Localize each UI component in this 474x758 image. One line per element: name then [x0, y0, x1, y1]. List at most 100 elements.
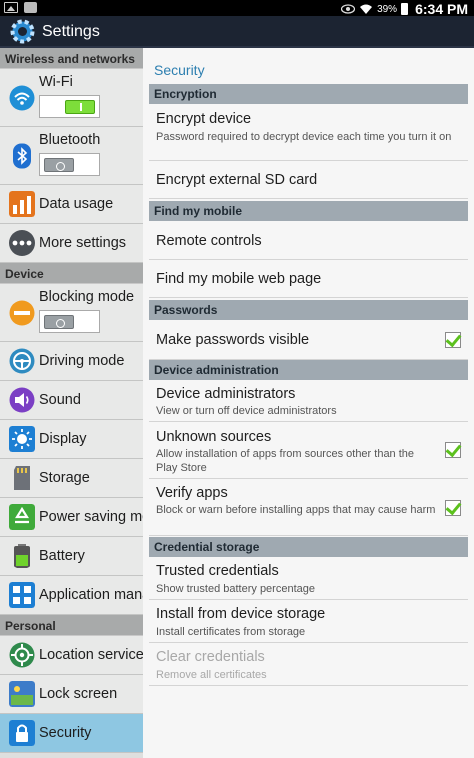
sidebar-item-data-usage[interactable]: Data usage	[0, 185, 143, 224]
sidebar-item-label: Blocking mode	[39, 289, 135, 305]
app-grid-icon	[9, 582, 35, 608]
location-icon	[9, 642, 35, 668]
pref-title: Unknown sources	[156, 429, 272, 445]
sidebar-item-battery[interactable]: Battery	[0, 537, 143, 576]
pref-title: Find my mobile web page	[156, 271, 322, 287]
category-personal: Personal	[0, 615, 143, 636]
more-dots-icon	[9, 230, 35, 256]
sidebar-item-blocking-mode[interactable]: Blocking mode	[0, 284, 143, 342]
sidebar-item-bluetooth[interactable]: Bluetooth	[0, 127, 143, 185]
notification-icon	[24, 2, 37, 13]
section-header-encryption: Encryption	[149, 84, 468, 104]
section-header-passwords: Passwords	[149, 300, 468, 320]
settings-sidebar: Wireless and networks Wi-Fi Bluetooth Da…	[0, 48, 143, 758]
make-passwords-visible-checkbox[interactable]	[445, 332, 461, 348]
pref-title: Encrypt external SD card	[156, 172, 318, 188]
blocking-mode-toggle[interactable]	[39, 310, 100, 333]
blocking-mode-icon	[9, 300, 35, 326]
pref-title: Verify apps	[156, 485, 228, 501]
sidebar-item-label: Lock screen	[39, 686, 118, 702]
unknown-sources-checkbox[interactable]	[445, 442, 461, 458]
pref-summary: View or turn off device administrators	[156, 405, 337, 417]
sidebar-item-wifi[interactable]: Wi-Fi	[0, 69, 143, 127]
pref-title: Install from device storage	[156, 606, 326, 622]
pref-encrypt-device[interactable]: Encrypt device Password required to decr…	[149, 104, 468, 161]
pref-title: Clear credentials	[156, 649, 265, 665]
wifi-signal-icon	[360, 4, 373, 14]
section-header-device-administration: Device administration	[149, 360, 468, 380]
battery-percent: 39%	[377, 3, 398, 15]
security-settings-pane: Security Encryption Encrypt device Passw…	[143, 48, 474, 758]
pref-verify-apps[interactable]: Verify apps Block or warn before install…	[149, 479, 468, 536]
sidebar-item-sound[interactable]: Sound	[0, 381, 143, 420]
category-device: Device	[0, 263, 143, 284]
action-bar: Settings	[0, 16, 474, 48]
sidebar-item-application-manager[interactable]: Application manager	[0, 576, 143, 615]
bluetooth-icon	[13, 143, 31, 169]
pref-install-from-storage[interactable]: Install from device storage Install cert…	[149, 600, 468, 643]
sidebar-item-label: Location services	[39, 647, 143, 663]
sidebar-item-power-saving[interactable]: Power saving mode	[0, 498, 143, 537]
pref-encrypt-sd-card[interactable]: Encrypt external SD card	[149, 161, 468, 199]
pref-remote-controls[interactable]: Remote controls	[149, 221, 468, 260]
pref-unknown-sources[interactable]: Unknown sources Allow installation of ap…	[149, 422, 468, 479]
padlock-icon	[9, 720, 35, 746]
sidebar-item-storage[interactable]: Storage	[0, 459, 143, 498]
section-header-find-my-mobile: Find my mobile	[149, 201, 468, 221]
pref-trusted-credentials[interactable]: Trusted credentials Show trusted battery…	[149, 557, 468, 600]
recycle-icon	[9, 504, 35, 530]
section-header-credential-storage: Credential storage	[149, 537, 468, 557]
gallery-notification-icon	[4, 2, 18, 13]
steering-wheel-icon	[9, 348, 35, 374]
sidebar-item-security[interactable]: Security	[0, 714, 143, 753]
wifi-icon	[9, 85, 35, 111]
sidebar-item-label: Driving mode	[39, 353, 125, 369]
sidebar-item-label: Power saving mode	[39, 509, 143, 525]
app-title: Settings	[42, 23, 100, 40]
pref-find-my-mobile-web[interactable]: Find my mobile web page	[149, 260, 468, 298]
sidebar-item-location-services[interactable]: Location services	[0, 636, 143, 675]
sidebar-item-label: Battery	[39, 548, 85, 564]
sidebar-item-display[interactable]: Display	[0, 420, 143, 459]
sd-card-icon	[14, 466, 30, 490]
pref-clear-credentials: Clear credentials Remove all certificate…	[149, 643, 468, 686]
sidebar-item-label: Application manager	[39, 587, 143, 603]
pref-summary: Allow installation of apps from sources …	[156, 448, 415, 474]
sidebar-item-label: More settings	[39, 235, 127, 251]
battery-icon	[14, 544, 30, 568]
sidebar-item-label: Wi-Fi	[39, 74, 73, 90]
sidebar-item-label: Data usage	[39, 196, 114, 212]
sidebar-item-lock-screen[interactable]: Lock screen	[0, 675, 143, 714]
eye-icon	[341, 4, 356, 14]
pref-summary: Password required to decrypt device each…	[156, 131, 452, 143]
category-wireless-networks: Wireless and networks	[0, 48, 143, 69]
pref-make-passwords-visible[interactable]: Make passwords visible	[149, 320, 468, 360]
battery-icon	[401, 3, 409, 15]
sidebar-item-driving-mode[interactable]: Driving mode	[0, 342, 143, 381]
pref-title: Encrypt device	[156, 111, 252, 127]
speaker-icon	[9, 387, 35, 413]
pref-summary: Remove all certificates	[156, 669, 267, 681]
status-bar: 39% 6:34 PM	[0, 0, 474, 17]
pref-summary: Install certificates from storage	[156, 626, 306, 638]
wifi-toggle[interactable]	[39, 95, 100, 118]
settings-gear-icon[interactable]	[9, 18, 36, 45]
pref-title: Trusted credentials	[156, 563, 279, 579]
clock: 6:34 PM	[415, 1, 468, 17]
display-icon	[9, 426, 35, 452]
verify-apps-checkbox[interactable]	[445, 500, 461, 516]
pref-summary: Show trusted battery percentage	[156, 583, 315, 595]
sidebar-item-more-settings[interactable]: More settings	[0, 224, 143, 263]
sidebar-item-label: Storage	[39, 470, 90, 486]
sidebar-item-label: Security	[39, 725, 92, 741]
pref-device-administrators[interactable]: Device administrators View or turn off d…	[149, 380, 468, 422]
pref-summary: Block or warn before installing apps tha…	[156, 504, 436, 516]
pref-title: Remote controls	[156, 233, 262, 249]
pref-title: Device administrators	[156, 386, 296, 402]
page-title: Security	[154, 62, 205, 78]
lock-screen-icon	[9, 681, 35, 707]
bluetooth-toggle[interactable]	[39, 153, 100, 176]
sidebar-item-label: Sound	[39, 392, 81, 408]
data-usage-icon	[9, 191, 35, 217]
sidebar-item-label: Bluetooth	[39, 132, 101, 148]
